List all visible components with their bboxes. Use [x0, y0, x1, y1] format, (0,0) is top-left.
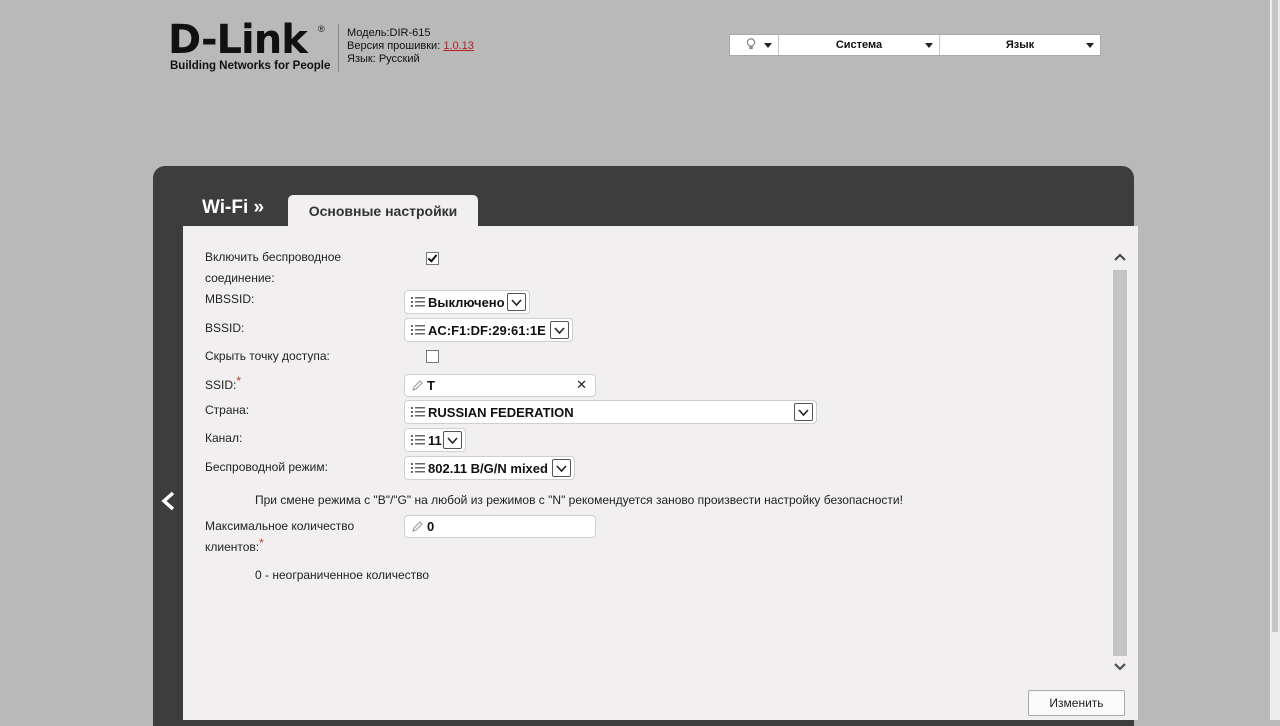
- chevron-down-icon: [1086, 43, 1094, 48]
- max-clients-input[interactable]: 0: [405, 516, 595, 537]
- bssid-value: AC:F1:DF:29:61:1E: [428, 322, 546, 338]
- scroll-down-icon[interactable]: [1112, 660, 1128, 674]
- hide-ap-label: Скрыть точку доступа:: [205, 349, 330, 363]
- chevron-down-icon[interactable]: [443, 431, 462, 449]
- chevron-down-icon[interactable]: [794, 403, 813, 421]
- chevron-down-icon: [764, 43, 772, 48]
- max-clients-value: 0: [427, 519, 435, 534]
- required-mark: *: [259, 536, 264, 550]
- list-icon: [411, 297, 425, 307]
- content-scrollbar-thumb[interactable]: [1113, 270, 1127, 656]
- chevron-down-icon[interactable]: [552, 459, 571, 477]
- content-scrollbar[interactable]: [1112, 250, 1128, 680]
- logo-wordmark: D-Link: [168, 17, 308, 63]
- back-arrow-icon[interactable]: [158, 490, 180, 512]
- registered-mark: ®: [318, 24, 325, 34]
- ssid-value: T: [427, 378, 435, 393]
- logo-tagline: Building Networks for People: [170, 60, 331, 72]
- chevron-down-icon: [925, 43, 933, 48]
- language-info-value: Русский: [378, 53, 420, 65]
- window-scrollbar[interactable]: [1270, 0, 1280, 720]
- max-clients-hint: 0 - неограниченное количество: [255, 568, 430, 582]
- bulb-icon: [746, 38, 756, 50]
- model-label: Модель:: [347, 27, 390, 39]
- logo-divider: [338, 24, 339, 72]
- tab-basic-settings[interactable]: Основные настройки: [288, 195, 478, 227]
- wireless-mode-label: Беспроводной режим:: [205, 460, 328, 474]
- mbssid-select[interactable]: Выключено: [405, 291, 529, 313]
- max-clients-label: Максимальное количество клиентов:*: [205, 516, 375, 558]
- mbssid-value: Выключено: [428, 294, 505, 310]
- chevron-down-icon[interactable]: [507, 293, 526, 311]
- ssid-label-text: SSID:: [205, 378, 237, 392]
- device-info: Модель:DIR-615 Версия прошивки: 1.0.13 Я…: [347, 27, 474, 66]
- list-icon: [411, 435, 425, 445]
- channel-label: Канал:: [205, 431, 243, 445]
- wireless-mode-select[interactable]: 802.11 B/G/N mixed: [405, 457, 574, 479]
- country-select[interactable]: RUSSIAN FEDERATION: [405, 401, 816, 423]
- ssid-input[interactable]: T ✕: [405, 375, 595, 396]
- firmware-label: Версия прошивки:: [347, 40, 441, 52]
- pencil-icon: [412, 520, 423, 532]
- model-value: DIR-615: [389, 27, 431, 39]
- list-icon: [411, 325, 425, 335]
- dlink-logo: D-Link ® Building Networks for People: [168, 17, 331, 76]
- system-menu[interactable]: Система: [779, 35, 940, 55]
- max-clients-label-text: Максимальное количество клиентов:: [205, 519, 355, 554]
- country-label: Страна:: [205, 403, 250, 417]
- firmware-version-link[interactable]: 1.0.13: [443, 40, 474, 52]
- hide-ap-checkbox[interactable]: [426, 350, 439, 363]
- top-menu-bar: Система Язык: [729, 34, 1101, 56]
- notifications-menu[interactable]: [730, 35, 779, 55]
- enable-wireless-checkbox[interactable]: [426, 252, 439, 265]
- bssid-label: BSSID:: [205, 321, 245, 335]
- window-scrollbar-thumb[interactable]: [1272, 0, 1278, 632]
- system-menu-label: Система: [835, 39, 883, 51]
- bssid-select[interactable]: AC:F1:DF:29:61:1E: [405, 319, 572, 341]
- wireless-mode-value: 802.11 B/G/N mixed: [428, 460, 548, 476]
- channel-value: 11: [428, 432, 442, 448]
- apply-button[interactable]: Изменить: [1028, 690, 1125, 716]
- wireless-mode-hint: При смене режима с "B"/"G" на любой из р…: [255, 493, 903, 507]
- mbssid-label: MBSSID:: [205, 292, 255, 306]
- clear-icon[interactable]: ✕: [576, 377, 587, 393]
- list-icon: [411, 407, 425, 417]
- language-info-label: Язык:: [347, 53, 376, 65]
- list-icon: [411, 463, 425, 473]
- required-mark: *: [236, 374, 242, 388]
- scroll-up-icon[interactable]: [1112, 250, 1128, 264]
- section-breadcrumb[interactable]: Wi-Fi »: [202, 197, 264, 219]
- language-menu-label: Язык: [1005, 39, 1035, 51]
- chevron-down-icon[interactable]: [550, 321, 569, 339]
- pencil-icon: [412, 379, 423, 391]
- language-menu[interactable]: Язык: [940, 35, 1100, 55]
- country-value: RUSSIAN FEDERATION: [428, 404, 574, 420]
- channel-select[interactable]: 11: [405, 429, 465, 451]
- enable-wireless-label: Включить беспроводное соединение:: [205, 250, 342, 285]
- ssid-label: SSID:*: [205, 374, 242, 396]
